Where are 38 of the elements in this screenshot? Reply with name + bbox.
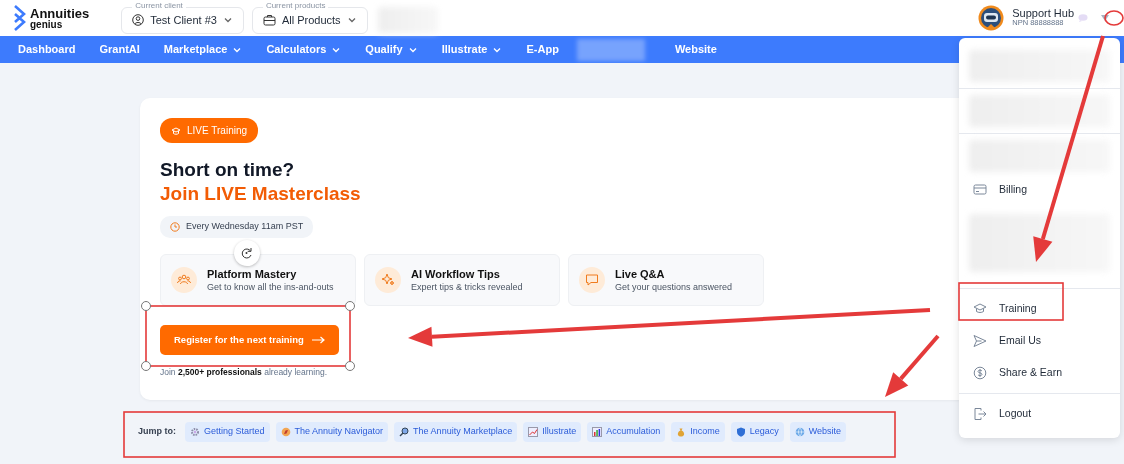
schedule-pill: Every Wednesday 11am PST: [160, 216, 314, 238]
menu-item[interactable]: Share & Earn: [959, 357, 1120, 389]
feature-description: Get your questions answered: [615, 280, 733, 293]
jump-link[interactable]: Illustrate: [523, 422, 582, 442]
nav-link[interactable]: Calculators: [266, 41, 342, 58]
hero-subtitle: Join LIVE Masterclass: [160, 182, 362, 206]
menu-item[interactable]: Training: [959, 293, 1120, 325]
feature-description: Expert tips & tricks revealed: [411, 280, 523, 293]
jump-link[interactable]: Accumulation: [587, 422, 666, 442]
menu-item[interactable]: Email Us: [959, 325, 1120, 357]
hero-title: Short on time?: [160, 158, 296, 182]
nav-link[interactable]: E-App: [526, 41, 559, 58]
menu-item[interactable]: Logout: [959, 398, 1120, 430]
feature-title: Live Q&A: [615, 266, 666, 281]
register-button[interactable]: Register for the next training: [160, 324, 339, 355]
jump-link[interactable]: Getting Started: [185, 422, 270, 442]
live-training-badge: LIVE Training: [160, 118, 259, 143]
nav-link[interactable]: Qualify: [365, 41, 418, 58]
social-proof-text: Join 2,500+ professionals already learning.: [160, 365, 328, 379]
jump-link[interactable]: The Annuity Marketplace: [394, 422, 518, 442]
field-label: Current products: [262, 0, 329, 11]
feature-description: Get to know all the ins-and-outs: [207, 280, 334, 293]
nav-link[interactable]: GrantAI: [99, 41, 140, 58]
nav-link[interactable]: Illustrate: [441, 41, 503, 58]
jump-link[interactable]: The Annuity Navigator: [275, 422, 389, 442]
field-label: Current client: [132, 0, 186, 11]
feature-title: AI Workflow Tips: [411, 266, 501, 281]
nav-link[interactable]: Dashboard: [18, 41, 76, 58]
jump-to-label: Jump to:: [138, 425, 176, 438]
feature-title: Platform Mastery: [207, 266, 298, 281]
jump-link[interactable]: Legacy: [730, 422, 784, 442]
jump-link[interactable]: Income: [671, 422, 725, 442]
logo-text: Annuities: [30, 7, 90, 20]
nav-link[interactable]: Marketplace: [163, 41, 243, 58]
nav-link[interactable]: Website: [674, 41, 717, 58]
menu-item[interactable]: Billing: [959, 174, 1120, 206]
jump-link[interactable]: Website: [789, 422, 847, 442]
logo-text: genius: [30, 19, 64, 29]
